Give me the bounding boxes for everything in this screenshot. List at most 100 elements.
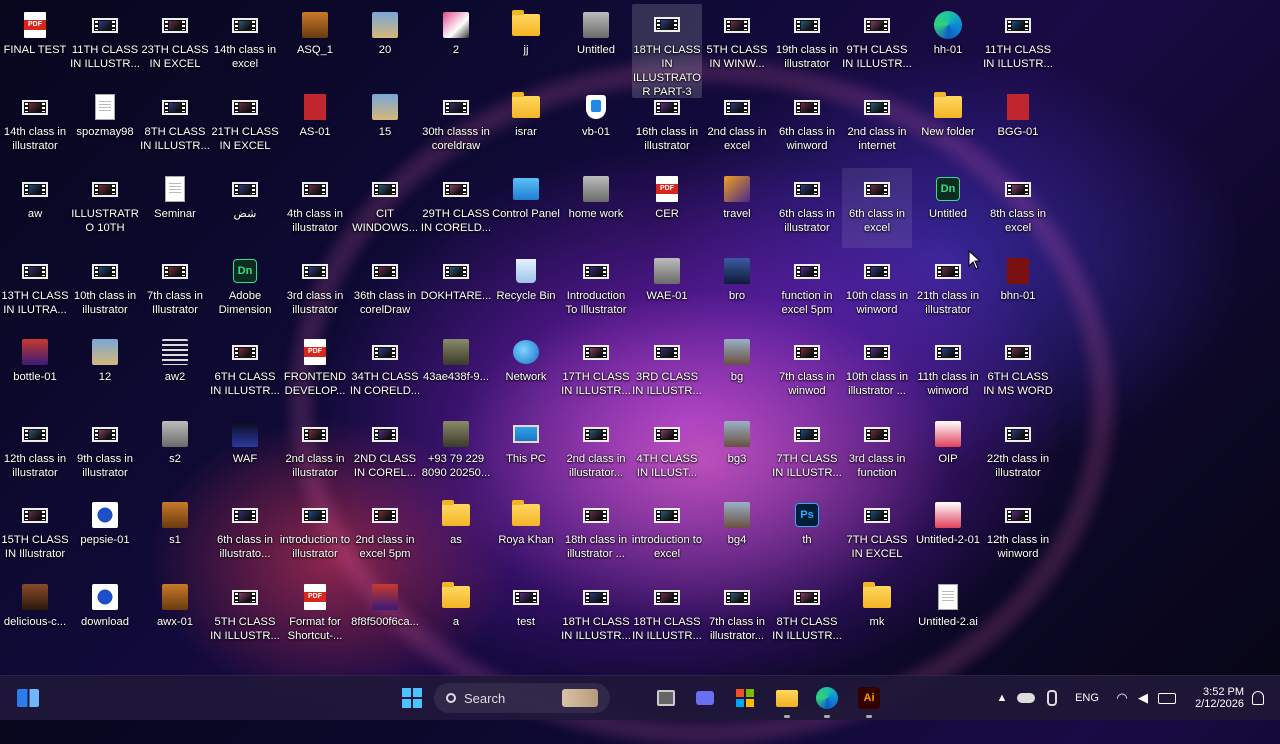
desktop-icon[interactable]: 43ae438f-9... xyxy=(421,331,491,411)
desktop-icon[interactable]: aw2 xyxy=(140,331,210,411)
desktop-icon[interactable]: 16th class in illustrator xyxy=(632,86,702,166)
desktop-icon[interactable]: 11TH CLASS IN ILLUSTR... xyxy=(983,4,1053,84)
desktop-icon[interactable]: 8th class in excel xyxy=(983,168,1053,248)
desktop-icon[interactable]: ILLUSTRATRO 10TH CLAS... xyxy=(70,168,140,248)
desktop-icon[interactable]: 8TH CLASS IN ILLUSTR... xyxy=(772,576,842,656)
desktop-icon[interactable]: s2 xyxy=(140,413,210,493)
edge-button[interactable] xyxy=(811,682,843,718)
desktop-icon[interactable]: aw xyxy=(0,168,70,248)
desktop-icon[interactable]: pepsie-01 xyxy=(70,494,140,574)
clock[interactable]: 3:52 PM 2/12/2026 xyxy=(1182,682,1244,714)
desktop-icon[interactable]: New folder xyxy=(913,86,983,166)
desktop-icon[interactable]: s1 xyxy=(140,494,210,574)
desktop-icon[interactable]: introduction to illustrator xyxy=(280,494,350,574)
desktop-icon[interactable]: 4th class in illustrator xyxy=(280,168,350,248)
desktop-icon[interactable]: 8TH CLASS IN ILLUSTR... xyxy=(140,86,210,166)
desktop-icon[interactable]: 9TH CLASS IN ILLUSTR... xyxy=(842,4,912,84)
desktop-icon[interactable]: awx-01 xyxy=(140,576,210,656)
desktop-icon[interactable]: 3rd class in illustrator xyxy=(280,250,350,330)
desktop-icon[interactable]: Untitled-2-01 xyxy=(913,494,983,574)
desktop-icon[interactable]: Seminar xyxy=(140,168,210,248)
desktop-icon[interactable]: Recycle Bin xyxy=(491,250,561,330)
desktop-icon[interactable]: 2nd class in excel xyxy=(702,86,772,166)
desktop-icon[interactable]: شض xyxy=(210,168,280,248)
desktop-icon[interactable]: 17TH CLASS IN ILLUSTR... xyxy=(561,331,631,411)
desktop-icon[interactable]: Dn Adobe Dimension xyxy=(210,250,280,330)
desktop-icon[interactable]: vb-01 xyxy=(561,86,631,166)
desktop-icon[interactable]: jj xyxy=(491,4,561,84)
desktop-icon[interactable]: 14th class in illustrator xyxy=(0,86,70,166)
desktop-icon[interactable]: 18TH CLASS IN ILLUSTR... xyxy=(561,576,631,656)
desktop-icon[interactable]: 4TH CLASS IN ILLUST... xyxy=(632,413,702,493)
desktop-icon[interactable]: 13TH CLASS IN ILUTRA... xyxy=(0,250,70,330)
desktop-icon[interactable]: PDF FINAL TEST xyxy=(0,4,70,84)
desktop-icon[interactable]: PDF FRONTEND DEVELOP... xyxy=(280,331,350,411)
desktop-icon[interactable]: as xyxy=(421,494,491,574)
desktop-icon[interactable]: bg3 xyxy=(702,413,772,493)
desktop-icon[interactable]: 3rd class in function xyxy=(842,413,912,493)
desktop-icon[interactable]: Dn Untitled xyxy=(913,168,983,248)
desktop-icon[interactable]: +93 79 229 8090 20250... xyxy=(421,413,491,493)
desktop-icon[interactable]: 6th class in illustrator xyxy=(772,168,842,248)
desktop-icon[interactable]: function in excel 5pm xyxy=(772,250,842,330)
desktop-icon[interactable]: home work xyxy=(561,168,631,248)
desktop-icon[interactable]: delicious-c... xyxy=(0,576,70,656)
desktop-icon[interactable]: AS-01 xyxy=(280,86,350,166)
desktop-icon[interactable]: 2nd class in illustrator... xyxy=(561,413,631,493)
desktop-icon[interactable]: DOKHTARE... xyxy=(421,250,491,330)
desktop-icon[interactable]: 36th class in corelDraw xyxy=(350,250,420,330)
desktop-icon[interactable]: 5TH CLASS IN WINW... xyxy=(702,4,772,84)
desktop-icon[interactable]: introduction to excel xyxy=(632,494,702,574)
desktop-icon[interactable]: 7th class in illustrator... xyxy=(702,576,772,656)
store-button[interactable] xyxy=(729,682,761,714)
desktop-icon[interactable]: download xyxy=(70,576,140,656)
desktop-icon[interactable]: 14th class in excel xyxy=(210,4,280,84)
desktop-icon[interactable]: 23TH CLASS IN EXCEL xyxy=(140,4,210,84)
desktop-icon[interactable]: PDF Format for Shortcut-... xyxy=(280,576,350,656)
desktop-icon[interactable]: test xyxy=(491,576,561,656)
desktop-icon[interactable]: 10th class in illustrator xyxy=(70,250,140,330)
desktop-icon[interactable]: 7TH CLASS IN ILLUSTR... xyxy=(772,413,842,493)
desktop-icon[interactable]: This PC xyxy=(491,413,561,493)
desktop-icon[interactable]: bro xyxy=(702,250,772,330)
desktop-icon[interactable]: 5TH CLASS IN ILLUSTR... xyxy=(210,576,280,656)
desktop-icon[interactable]: 2nd class in internet xyxy=(842,86,912,166)
desktop[interactable]: PDF FINAL TEST 11TH CLASS IN ILLUSTR... 23T… xyxy=(0,0,1280,676)
microphone-button[interactable] xyxy=(1042,682,1062,714)
desktop-icon[interactable]: 15TH CLASS IN Illustrator xyxy=(0,494,70,574)
desktop-icon[interactable]: 19th class in illustrator xyxy=(772,4,842,84)
desktop-icon[interactable]: 7TH CLASS IN EXCEL xyxy=(842,494,912,574)
meet-button[interactable] xyxy=(689,682,721,714)
taskbar-search[interactable]: Search xyxy=(434,683,610,713)
desktop-icon[interactable]: 8f8f500f6ca... xyxy=(350,576,420,656)
desktop-icon[interactable]: 6th class in illustrato... xyxy=(210,494,280,574)
desktop-icon[interactable]: 7th class in Illustrator xyxy=(140,250,210,330)
desktop-icon[interactable]: 6TH CLASS IN ILLUSTR... xyxy=(210,331,280,411)
desktop-icon[interactable]: 2nd class in excel 5pm xyxy=(350,494,420,574)
desktop-icon[interactable]: 10th class in illustrator ... xyxy=(842,331,912,411)
language-indicator[interactable]: ENG xyxy=(1070,682,1104,714)
wifi-button[interactable]: ◠ xyxy=(1112,682,1132,714)
desktop-icon[interactable]: Untitled xyxy=(561,4,631,84)
desktop-icon[interactable]: bg xyxy=(702,331,772,411)
file-explorer-button[interactable] xyxy=(771,682,803,718)
desktop-icon[interactable]: Introduction To Illustrator xyxy=(561,250,631,330)
desktop-icon[interactable]: 6TH CLASS IN MS WORD xyxy=(983,331,1053,411)
desktop-icon[interactable]: 15 xyxy=(350,86,420,166)
desktop-icon[interactable]: 3RD CLASS IN ILLUSTR... xyxy=(632,331,702,411)
desktop-icon[interactable]: 10th class in winword xyxy=(842,250,912,330)
desktop-icon[interactable]: 21TH CLASS IN EXCEL xyxy=(210,86,280,166)
desktop-icon[interactable]: Ps th xyxy=(772,494,842,574)
desktop-icon[interactable]: israr xyxy=(491,86,561,166)
desktop-icon[interactable]: 22th class in illustrator xyxy=(983,413,1053,493)
desktop-icon[interactable]: bottle-01 xyxy=(0,331,70,411)
battery-button[interactable] xyxy=(1156,682,1178,714)
desktop-icon[interactable]: WAE-01 xyxy=(632,250,702,330)
desktop-icon[interactable]: spozmay98 xyxy=(70,86,140,166)
desktop-icon[interactable]: 30th classs in coreldraw xyxy=(421,86,491,166)
desktop-icon[interactable]: 2ND CLASS IN COREL... xyxy=(350,413,420,493)
desktop-icon[interactable]: 12 xyxy=(70,331,140,411)
desktop-icon[interactable]: ASQ_1 xyxy=(280,4,350,84)
desktop-icon[interactable]: 6th class in winword xyxy=(772,86,842,166)
desktop-icon[interactable]: 34TH CLASS IN CORELD... xyxy=(350,331,420,411)
